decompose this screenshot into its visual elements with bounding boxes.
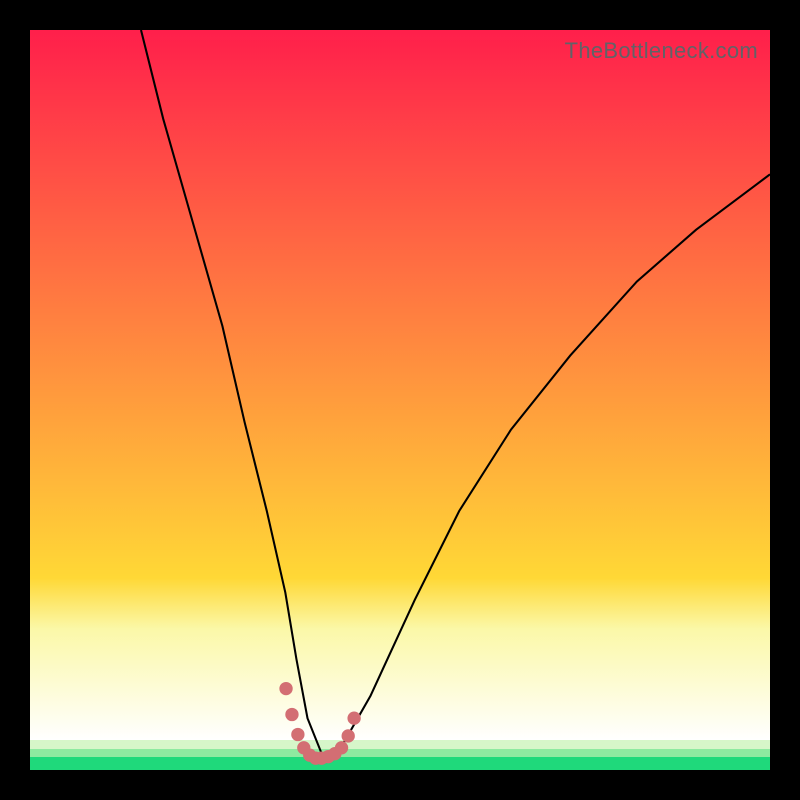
- bottleneck-curve: [141, 30, 770, 755]
- marker-dot: [279, 682, 292, 695]
- watermark-text: TheBottleneck.com: [565, 38, 758, 64]
- chart-container: TheBottleneck.com: [0, 0, 800, 800]
- marker-dot: [347, 712, 360, 725]
- marker-dot: [342, 729, 355, 742]
- curve-overlay: [30, 30, 770, 770]
- bottom-highlight-marker: [279, 682, 360, 765]
- marker-dot: [291, 728, 304, 741]
- plot-area: TheBottleneck.com: [30, 30, 770, 770]
- marker-dot: [285, 708, 298, 721]
- marker-dot: [335, 741, 348, 754]
